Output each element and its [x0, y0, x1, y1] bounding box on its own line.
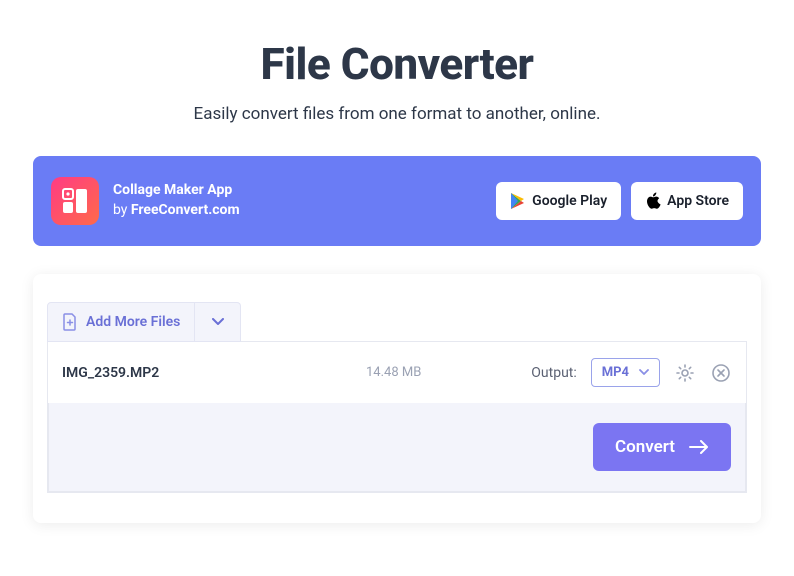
file-settings-button[interactable]	[674, 362, 696, 384]
output-format-select[interactable]: MP4	[591, 358, 660, 387]
close-circle-icon	[711, 363, 731, 383]
collage-app-icon	[51, 177, 99, 225]
page-subtitle: Easily convert files from one format to …	[194, 104, 601, 124]
add-file-icon	[62, 313, 78, 331]
promo-brand: FreeConvert.com	[131, 202, 240, 218]
add-more-files-button[interactable]: Add More Files	[47, 302, 195, 342]
page-title: File Converter	[261, 38, 534, 90]
google-play-icon	[510, 192, 526, 210]
chevron-down-icon	[212, 318, 224, 326]
converter-panel: Add More Files IMG_2359.MP2 14.48 MB Out…	[33, 274, 761, 523]
add-more-files-dropdown[interactable]	[195, 302, 241, 342]
file-name: IMG_2359.MP2	[62, 365, 352, 381]
apple-icon	[645, 192, 661, 210]
promo-app-name: Collage Maker App	[113, 181, 240, 201]
add-more-files-label: Add More Files	[86, 314, 180, 330]
app-store-button[interactable]: App Store	[631, 182, 743, 220]
file-remove-button[interactable]	[710, 362, 732, 384]
gear-icon	[675, 363, 695, 383]
arrow-right-icon	[689, 440, 709, 454]
promo-by-prefix: by	[113, 202, 131, 218]
promo-text: Collage Maker App by FreeConvert.com	[113, 181, 240, 220]
app-store-label: App Store	[667, 193, 729, 209]
convert-button[interactable]: Convert	[593, 423, 731, 471]
chevron-down-icon	[639, 369, 649, 376]
output-label: Output:	[531, 365, 576, 381]
convert-label: Convert	[615, 437, 675, 457]
promo-banner: Collage Maker App by FreeConvert.com Goo…	[33, 156, 761, 246]
file-size: 14.48 MB	[366, 365, 446, 380]
action-bar: Convert	[48, 403, 746, 492]
output-format-value: MP4	[602, 365, 629, 380]
google-play-label: Google Play	[532, 193, 607, 209]
file-row: IMG_2359.MP2 14.48 MB Output: MP4	[48, 342, 746, 403]
file-list: IMG_2359.MP2 14.48 MB Output: MP4	[47, 341, 747, 493]
google-play-button[interactable]: Google Play	[496, 182, 621, 220]
